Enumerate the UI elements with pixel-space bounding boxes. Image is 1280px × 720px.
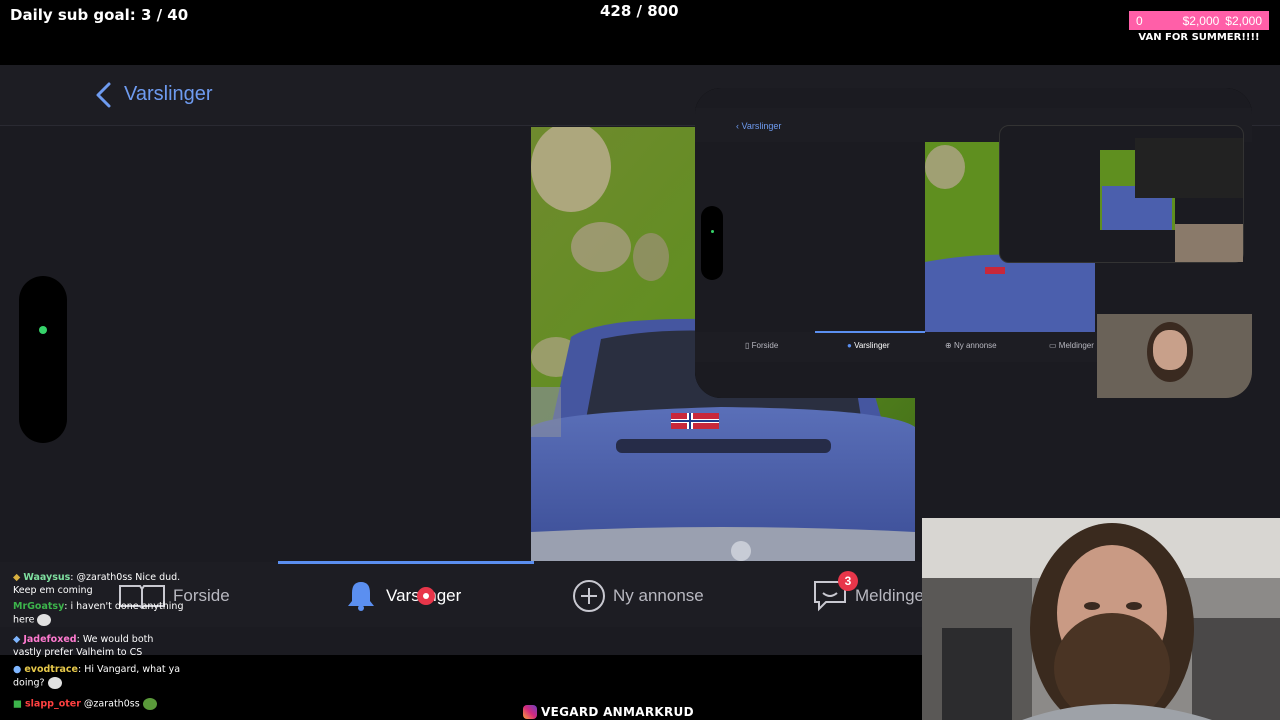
nested-screen-capture: ‹ Varslinger ▯ Forside ● Varslinger ⊕ Ny… [695, 88, 1252, 398]
nested-tab-varslinger: ● Varslinger [847, 341, 890, 350]
donation-current: 0 [1136, 13, 1143, 28]
nested-webcam [1097, 314, 1252, 398]
chat-text: @zarath0ss [83, 698, 140, 710]
chat-message: ● evodtrace: Hi Vangard, what ya doing? [13, 664, 181, 689]
back-chevron-icon[interactable] [92, 80, 116, 110]
chat-user: Jadefoxed [23, 634, 77, 645]
chat-message: ■ slapp_oter @zarath0ss [13, 698, 203, 711]
status-dot [39, 326, 47, 334]
nested-page-title: ‹ Varslinger [736, 121, 782, 131]
donation-goal-bar: 0 $2,000 $2,000 [1129, 11, 1269, 30]
viewer-counter: 428 / 800 [600, 2, 679, 20]
page-title: Varslinger [124, 83, 213, 105]
chat-user: Waaysus [23, 572, 71, 583]
chat-user: evodtrace [24, 664, 79, 675]
nested-tab-ny: ⊕ Ny annonse [945, 341, 997, 350]
chat-message: ◆ Jadefoxed: We would both vastly prefer… [13, 634, 154, 658]
dynamic-island-pill [19, 276, 67, 443]
donation-goal: $2,000 [1225, 13, 1262, 28]
sub-goal-counter: Daily sub goal: 3 / 40 [10, 6, 189, 24]
chat-message: ◆ Waaysus: @zarath0ss Nice dud. Keep em … [13, 572, 181, 596]
active-tab-indicator [278, 561, 534, 564]
plus-circle-icon[interactable] [572, 579, 606, 613]
donation-goal-label: VAN FOR SUMMER!!!! [1138, 32, 1260, 43]
tab-ny-annonse[interactable]: Ny annonse [613, 586, 704, 606]
deeper-nested-capture [999, 125, 1244, 263]
tab-meldinger[interactable]: Meldinger [855, 586, 922, 606]
webcam-feed [922, 518, 1280, 720]
chat-user: slapp_oter [25, 698, 81, 710]
nested-tab-meldinger: ▭ Meldinger [1049, 341, 1094, 350]
notification-dot-center [423, 593, 429, 599]
donation-mid: $2,000 [1182, 13, 1220, 28]
chat-message: MrGoatsy: i haven't done anything here [13, 601, 184, 626]
instagram-handle: VEGARD ANMARKRUD [523, 704, 708, 720]
nested-tab-forside: ▯ Forside [745, 341, 779, 350]
chat-user: MrGoatsy [13, 601, 65, 612]
instagram-icon [523, 705, 537, 719]
bell-icon[interactable] [346, 580, 376, 612]
